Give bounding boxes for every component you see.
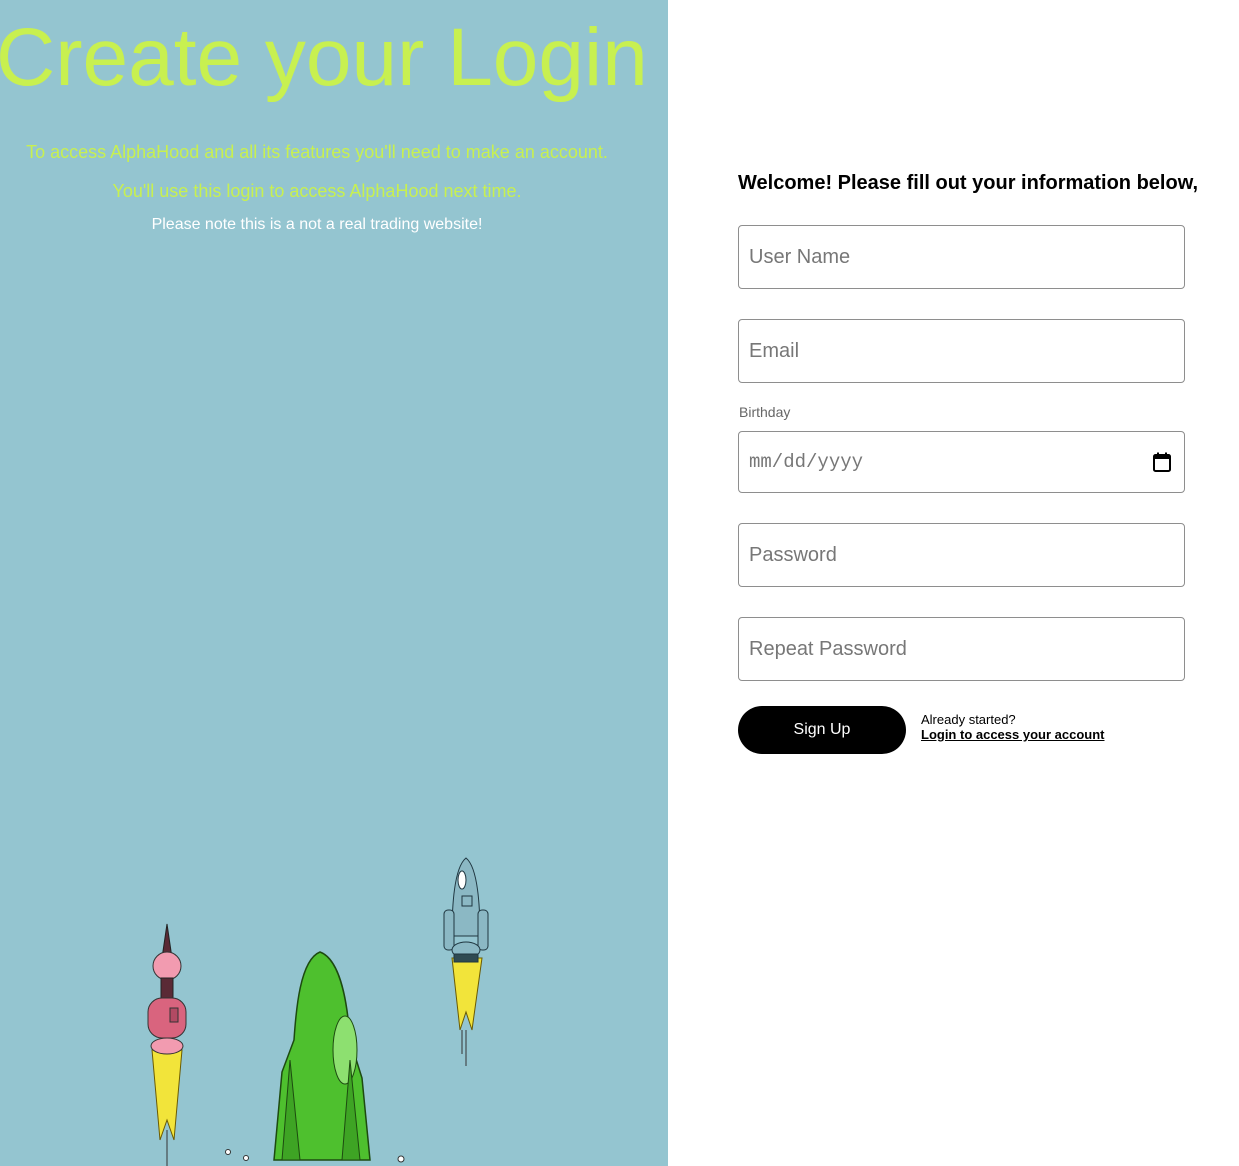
email-input[interactable] <box>738 319 1185 383</box>
signup-form-panel: Welcome! Please fill out your informatio… <box>668 0 1239 1166</box>
login-hint-text: You'll use this login to access AlphaHoo… <box>112 181 522 201</box>
left-panel: Create your Login To access AlphaHood an… <box>0 0 668 1166</box>
calendar-icon[interactable] <box>1153 452 1171 472</box>
page-title: Create your Login <box>0 12 648 103</box>
intro-text: To access AlphaHood and all its features… <box>26 142 608 162</box>
green-rocket-icon <box>225 951 405 1163</box>
welcome-heading: Welcome! Please fill out your informatio… <box>738 172 1199 194</box>
blue-rocket-icon <box>443 857 489 1066</box>
pink-rocket-icon <box>147 923 187 1166</box>
birthday-date-input[interactable]: mm/dd/yyyy <box>738 431 1185 493</box>
birthday-placeholder: mm/dd/yyyy <box>749 451 864 473</box>
username-input[interactable] <box>738 225 1185 289</box>
password-input[interactable] <box>738 523 1185 587</box>
disclaimer-text: Please note this is a not a real trading… <box>151 216 483 233</box>
rockets-illustration <box>147 857 489 1166</box>
sign-up-button[interactable]: Sign Up <box>738 706 906 754</box>
login-link[interactable]: Login to access your account <box>921 727 1105 742</box>
birthday-label: Birthday <box>739 404 791 420</box>
already-started-text: Already started? <box>921 712 1016 727</box>
repeat-password-input[interactable] <box>738 617 1185 681</box>
